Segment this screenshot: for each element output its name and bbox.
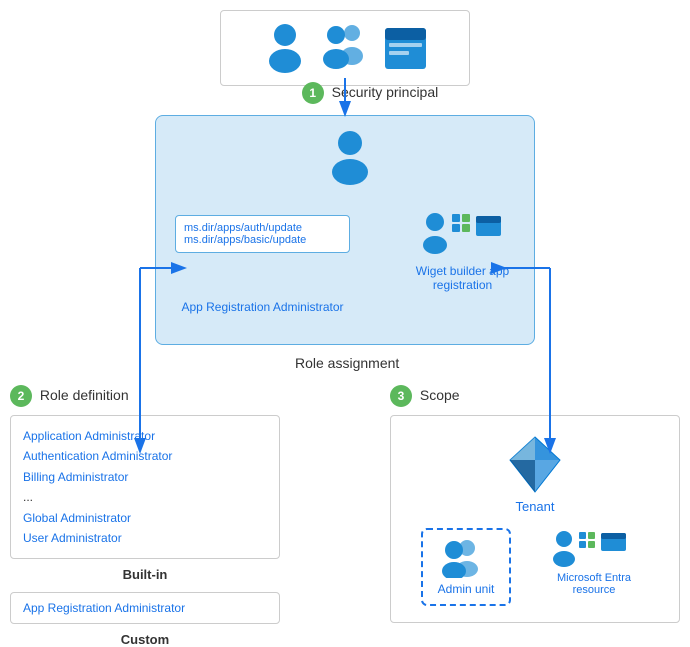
app-reg-subbox: ms.dir/apps/auth/update ms.dir/apps/basi… <box>175 215 350 253</box>
sub-scope-row: Admin unit <box>407 528 663 606</box>
role-user-admin: User Administrator <box>23 528 267 548</box>
role-billing-admin: Billing Administrator <box>23 467 267 487</box>
widget-builder-icon <box>420 210 505 260</box>
role-definition-title-text: Role definition <box>40 387 129 403</box>
security-principal-label: 1 Security principal <box>270 82 470 104</box>
role-definition-title: 2 Role definition <box>10 385 280 407</box>
custom-label: Custom <box>10 632 280 647</box>
widget-builder: Wiget builder app registration <box>415 210 510 292</box>
widget-builder-label: Wiget builder app registration <box>415 264 510 292</box>
diagram-container: 1 Security principal ms.dir/apps/auth/up… <box>0 0 690 619</box>
scope-inner-box: Tenant Admin unit <box>390 415 680 623</box>
role-global-admin: Global Administrator <box>23 508 267 528</box>
tenant-icon <box>505 432 565 497</box>
tenant-row: Tenant <box>407 432 663 514</box>
badge-3: 3 <box>390 385 412 407</box>
admin-unit-label: Admin unit <box>438 582 495 596</box>
ms-entra-label: Microsoft Entra resource <box>539 572 649 596</box>
tenant-label: Tenant <box>515 499 554 514</box>
role-dots: ... <box>23 487 267 507</box>
builtin-roles-box: Application Administrator Authentication… <box>10 415 280 559</box>
custom-roles-box: App Registration Administrator <box>10 592 280 624</box>
role-definition-section: 2 Role definition Application Administra… <box>10 385 280 647</box>
scope-section: 3 Scope Tenant <box>390 385 680 623</box>
ms-entra-box: Microsoft Entra resource <box>539 528 649 596</box>
ms-entra-icon <box>549 528 639 568</box>
app-reg-label: App Registration Administrator <box>175 300 350 314</box>
role-person-icon <box>325 130 375 185</box>
security-principal-box <box>220 10 470 86</box>
scope-title-text: Scope <box>420 387 460 403</box>
badge-2: 2 <box>10 385 32 407</box>
app-reg-path-1: ms.dir/apps/auth/update <box>184 222 341 234</box>
custom-role-app-reg: App Registration Administrator <box>23 601 267 615</box>
group-icon <box>318 23 373 73</box>
person-icon <box>263 23 308 73</box>
role-auth-admin: Authentication Administrator <box>23 446 267 466</box>
admin-unit-box: Admin unit <box>421 528 511 606</box>
person-in-role-box <box>325 130 375 185</box>
admin-unit-icon <box>439 538 494 578</box>
security-principal-text: Security principal <box>332 84 439 100</box>
badge-1: 1 <box>302 82 324 104</box>
role-app-admin: Application Administrator <box>23 426 267 446</box>
scope-title: 3 Scope <box>390 385 680 407</box>
role-assignment-label-text: Role assignment <box>295 355 399 371</box>
app-icon <box>383 26 428 71</box>
builtin-label: Built-in <box>10 567 280 582</box>
app-reg-path-2: ms.dir/apps/basic/update <box>184 234 341 246</box>
